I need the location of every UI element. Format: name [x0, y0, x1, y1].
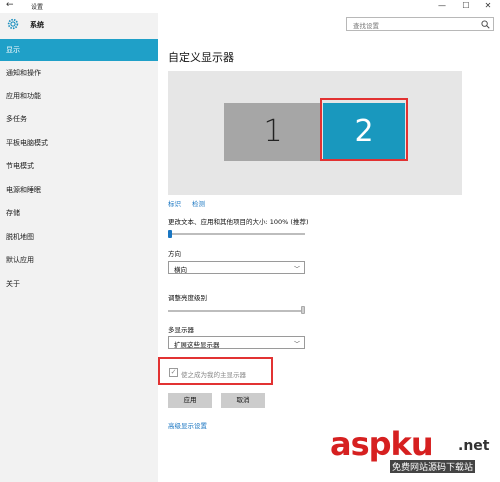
apply-button[interactable]: 应用 — [168, 393, 212, 408]
search-input[interactable]: 查找设置 — [346, 17, 494, 31]
multi-display-label: 多显示器 — [168, 326, 194, 334]
chevron-down-icon: ﹀ — [293, 266, 300, 273]
close-icon[interactable]: ✕ — [480, 0, 496, 12]
maximize-icon[interactable]: ☐ — [458, 0, 474, 12]
cancel-button[interactable]: 取消 — [221, 393, 265, 408]
sidebar-item-about[interactable]: 关于 — [0, 273, 158, 295]
sidebar: 系统 显示 通知和操作 应用和功能 多任务 平板电脑模式 节电模式 电源和睡眠 … — [0, 13, 158, 482]
sidebar-item-storage[interactable]: 存储 — [0, 202, 158, 224]
page-title: 自定义显示器 — [168, 51, 234, 64]
detect-link[interactable]: 检测 — [192, 198, 205, 208]
identify-link[interactable]: 标识 — [168, 198, 181, 208]
multi-display-select[interactable]: 扩展这些显示器 ﹀ — [168, 336, 305, 349]
advanced-display-settings-link[interactable]: 高级显示设置 — [168, 420, 207, 430]
search-placeholder: 查找设置 — [353, 22, 379, 30]
sidebar-item-multitasking[interactable]: 多任务 — [0, 108, 158, 130]
sidebar-item-offline-maps[interactable]: 脱机地图 — [0, 226, 158, 248]
brightness-label: 调整亮度级别 — [168, 294, 207, 302]
search-icon[interactable] — [481, 20, 490, 29]
sidebar-item-notifications[interactable]: 通知和操作 — [0, 62, 158, 84]
scale-slider-thumb[interactable] — [168, 230, 172, 238]
multi-display-value: 扩展这些显示器 — [174, 341, 220, 349]
orientation-select[interactable]: 横向 ﹀ — [168, 261, 305, 274]
display-arrangement: 1 2 — [168, 71, 462, 195]
orientation-label: 方向 — [168, 250, 181, 258]
watermark-subtext: 免费网站源码下载站 — [390, 460, 476, 473]
sidebar-header: 系统 — [0, 13, 158, 37]
sidebar-title: 系统 — [30, 21, 44, 29]
watermark-suffix: .net — [458, 438, 490, 454]
make-main-label: 使之成为我的主显示器 — [181, 371, 246, 379]
gear-icon — [7, 18, 19, 30]
watermark-logo: aspku — [330, 425, 434, 463]
back-arrow-icon[interactable]: ← — [6, 0, 14, 11]
sidebar-item-display[interactable]: 显示 — [0, 39, 158, 61]
brightness-slider[interactable] — [168, 310, 305, 312]
scale-label: 更改文本、应用和其他项目的大小: 100% (推荐) — [168, 218, 309, 226]
main-content: 查找设置 自定义显示器 1 2 标识 检测 更改文本、应用和其他项目的大小: 1… — [158, 13, 500, 482]
monitor-1[interactable]: 1 — [224, 103, 322, 161]
make-main-checkbox[interactable]: ✓ — [169, 368, 178, 377]
window-title: 设置 — [31, 4, 44, 11]
sidebar-item-apps-features[interactable]: 应用和功能 — [0, 85, 158, 107]
title-bar: ← 设置 — ☐ ✕ — [0, 0, 500, 13]
watermark: aspku .net 免费网站源码下载站 — [330, 426, 495, 476]
sidebar-item-default-apps[interactable]: 默认应用 — [0, 249, 158, 271]
chevron-down-icon: ﹀ — [293, 341, 300, 348]
brightness-slider-thumb[interactable] — [301, 306, 305, 314]
sidebar-item-tablet-mode[interactable]: 平板电脑模式 — [0, 132, 158, 154]
monitor-2-highlight — [320, 98, 408, 161]
scale-slider[interactable] — [168, 233, 305, 235]
sidebar-item-battery-saver[interactable]: 节电模式 — [0, 155, 158, 177]
sidebar-item-power-sleep[interactable]: 电源和睡眠 — [0, 179, 158, 201]
minimize-icon[interactable]: — — [434, 0, 450, 12]
orientation-value: 横向 — [174, 266, 187, 274]
